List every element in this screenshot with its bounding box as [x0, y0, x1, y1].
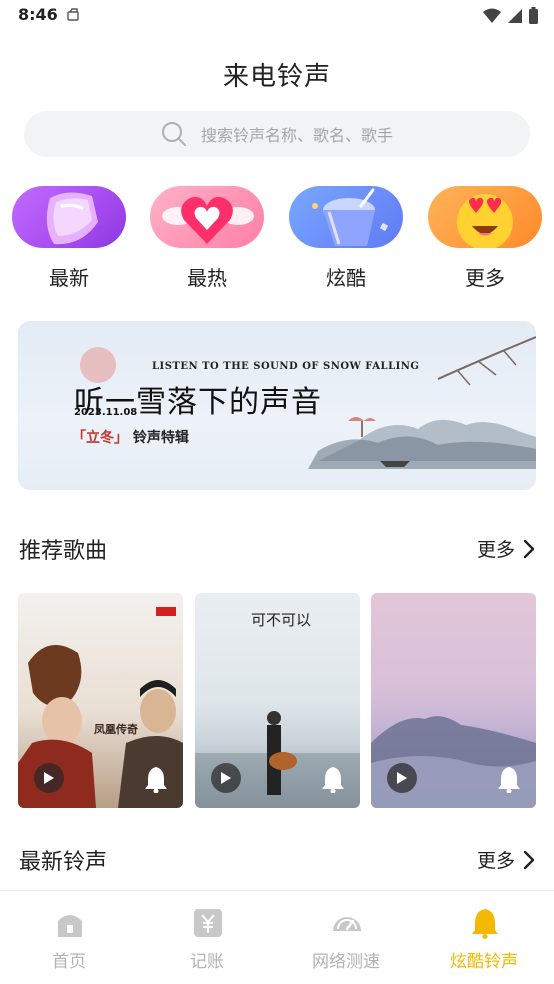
search-placeholder: 搜索铃声名称、歌名、歌手: [200, 126, 393, 145]
category-label: 更多: [465, 266, 505, 290]
svg-text:可不可以: 可不可以: [251, 611, 311, 629]
play-icon: [397, 772, 407, 784]
album-card[interactable]: 凤凰传奇: [18, 593, 183, 808]
category-label: 炫酷: [326, 266, 366, 290]
category-row: 最新 最热 炫酷 更多: [0, 186, 554, 296]
battery-icon: [529, 7, 538, 24]
tab-label: 记账: [190, 952, 224, 972]
heart-icon: [162, 197, 254, 244]
status-icons: [483, 7, 538, 24]
yen-icon: [194, 909, 222, 937]
wifi-icon: [483, 8, 501, 23]
banner-date: 2023.11.08: [74, 407, 138, 418]
category-label: 最新: [49, 266, 89, 290]
heart-eyes-emoji-icon: [457, 194, 513, 248]
bell-icon[interactable]: [320, 765, 346, 793]
chevron-right-icon: [523, 539, 535, 558]
tab-label: 炫酷铃声: [450, 952, 518, 972]
play-button[interactable]: [211, 763, 241, 793]
cup-icon: [312, 188, 389, 246]
more-link[interactable]: 更多: [477, 846, 535, 873]
album-card[interactable]: 可不可以: [195, 593, 360, 808]
search-bar[interactable]: 搜索铃声名称、歌名、歌手: [24, 111, 530, 157]
speedometer-icon: [333, 917, 361, 931]
play-icon: [44, 772, 54, 784]
more-link[interactable]: 更多: [477, 535, 535, 562]
banner-subtitle: 「立冬」 铃声特辑: [72, 427, 189, 447]
notification-icon: [67, 8, 79, 21]
signal-icon: [508, 8, 522, 23]
tab-label: 网络测速: [312, 952, 380, 972]
album-card[interactable]: [371, 593, 536, 808]
gem-icon: [46, 192, 98, 245]
section-header-latest: 最新铃声 更多: [19, 844, 535, 876]
play-button[interactable]: [34, 763, 64, 793]
banner-subtitle-rest: 铃声特辑: [132, 430, 189, 446]
play-button[interactable]: [387, 763, 417, 793]
play-icon: [221, 772, 231, 784]
category-hot[interactable]: 最热: [150, 186, 264, 296]
svg-text:凤凰传奇: 凤凰传奇: [94, 722, 138, 736]
tab-speed-test[interactable]: 网络测速: [277, 891, 415, 984]
home-icon: [58, 915, 82, 937]
tab-label: 首页: [52, 952, 86, 972]
category-cool[interactable]: 炫酷: [289, 186, 403, 296]
status-time: 8:46: [18, 5, 58, 24]
bell-icon: [472, 909, 498, 939]
banner-subtitle-highlight: 「立冬」: [72, 430, 128, 446]
category-label: 最热: [187, 266, 227, 290]
promo-banner[interactable]: LISTEN TO THE SOUND OF SNOW FALLING 听一雪落…: [18, 321, 536, 490]
search-icon: [161, 122, 186, 146]
chevron-right-icon: [523, 850, 535, 869]
tab-accounting[interactable]: 记账: [138, 891, 276, 984]
bell-icon[interactable]: [143, 765, 169, 793]
status-bar: 8:46: [0, 0, 554, 32]
section-header-recommended: 推荐歌曲 更多: [19, 533, 535, 565]
category-more[interactable]: 更多: [428, 186, 542, 296]
page-title: 来电铃声: [222, 62, 331, 92]
banner-english-title: LISTEN TO THE SOUND OF SNOW FALLING: [152, 361, 420, 372]
album-list: 凤凰传奇 可不可以: [18, 593, 536, 808]
category-latest[interactable]: 最新: [12, 186, 126, 296]
tab-ringtones[interactable]: 炫酷铃声: [415, 891, 553, 984]
section-title: 推荐歌曲: [19, 539, 108, 564]
tab-home[interactable]: 首页: [0, 891, 138, 984]
bell-icon[interactable]: [496, 765, 522, 793]
section-title: 最新铃声: [19, 850, 108, 875]
bottom-tab-bar: 首页 记账 网络测速 炫酷铃声: [0, 890, 554, 984]
more-label: 更多: [476, 539, 515, 561]
more-label: 更多: [476, 850, 515, 872]
